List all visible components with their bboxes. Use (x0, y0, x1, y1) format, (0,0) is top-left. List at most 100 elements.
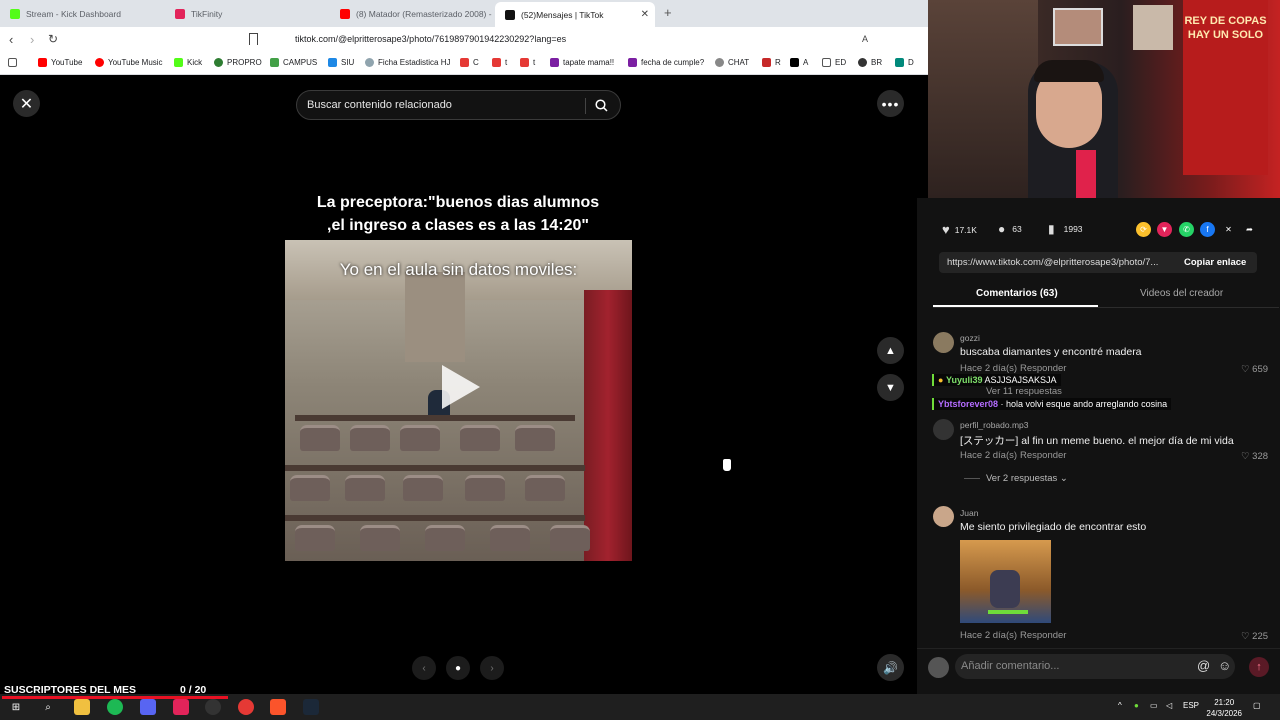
bookmark-campus[interactable]: CAMPUS (270, 58, 317, 67)
discord-icon[interactable] (140, 699, 156, 715)
tray-app-icon[interactable]: ● (1134, 701, 1139, 710)
send-comment-button[interactable]: ↑ (1249, 657, 1269, 677)
close-viewer-button[interactable]: ✕ (13, 90, 40, 117)
prev-photo-button[interactable]: ‹ (412, 656, 436, 680)
seat (400, 425, 440, 451)
translate-icon[interactable]: A (862, 34, 868, 44)
bookmark-siu[interactable]: SIU (328, 58, 354, 67)
close-tab-icon[interactable]: ✕ (641, 9, 649, 20)
heart-outline-icon: ♡ (1241, 631, 1253, 642)
spotify-icon[interactable] (107, 699, 123, 715)
comment-like[interactable]: ♡ 659 (1241, 364, 1268, 375)
seat (490, 525, 530, 551)
bookmark-youtube-music[interactable]: YouTube Music (95, 58, 163, 67)
repost-icon[interactable]: ⟳ (1136, 222, 1151, 237)
tab-creator-videos[interactable]: Videos del creador (1140, 288, 1223, 299)
view-replies-button[interactable]: Ver 11 respuestas (986, 386, 1062, 397)
avatar[interactable] (933, 332, 954, 353)
page-dot[interactable]: ● (446, 656, 470, 680)
notification-icon[interactable]: ▢ (1253, 701, 1261, 710)
search-icon[interactable]: ⌕ (40, 699, 56, 715)
network-icon[interactable]: ▭ (1150, 701, 1158, 710)
bookmark-t1[interactable]: t (492, 58, 507, 67)
comment-username[interactable]: Juan (960, 508, 978, 518)
related-search-input[interactable]: Buscar contenido relacionado (296, 90, 621, 120)
chevron-down-icon[interactable]: ▼ (877, 374, 904, 401)
bookmark-a[interactable]: A (790, 58, 808, 67)
steam-icon[interactable] (303, 699, 319, 715)
comment-username[interactable]: gozzi (960, 333, 980, 343)
bookmark-t2[interactable]: t (520, 58, 535, 67)
seat (550, 525, 590, 551)
volume-icon[interactable]: 🔊 (877, 654, 904, 681)
back-icon[interactable]: ‹ (9, 32, 13, 47)
share-link-text[interactable]: https://www.tiktok.com/@elpritterosape3/… (947, 257, 1158, 268)
facebook-icon[interactable]: f (1200, 222, 1215, 237)
share-arrow-icon[interactable]: ➦ (1242, 222, 1257, 237)
bookmark-propro[interactable]: PROPRO (214, 58, 262, 67)
bookmark-r[interactable]: R (762, 58, 781, 67)
bookmark-br[interactable]: BR (858, 58, 882, 67)
bookmark-icon[interactable]: ▮ (1048, 222, 1055, 236)
apps-icon[interactable] (8, 58, 21, 67)
tab-tiktok-active[interactable]: (52)Mensajes | TikTok ✕ (495, 2, 655, 27)
comment-like[interactable]: ♡ 328 (1241, 451, 1268, 462)
bookmark-chat[interactable]: CHAT (715, 58, 749, 67)
comment-date: Hace 2 día(s) (960, 363, 1018, 374)
system-clock[interactable]: 21:20 24/3/2026 (1206, 697, 1242, 719)
windows-start-icon[interactable]: ⊞ (8, 699, 24, 715)
language-indicator[interactable]: ESP (1183, 701, 1199, 710)
avatar[interactable] (933, 506, 954, 527)
post-photo[interactable]: Yo en el aula sin datos moviles: (285, 240, 632, 561)
comment-stat[interactable]: ● 63 (998, 222, 1022, 236)
heart-icon[interactable]: ♥ (942, 222, 950, 237)
tikfinity-icon[interactable] (173, 699, 189, 715)
bookmark-tapate[interactable]: tapate mama!! (550, 58, 614, 67)
file-explorer-icon[interactable] (74, 699, 90, 715)
comment-like[interactable]: ♡ 225 (1241, 631, 1268, 642)
copy-link-button[interactable]: Copiar enlace (1184, 257, 1246, 268)
tab-tikfinity[interactable]: TikFinity (165, 3, 330, 25)
chrome-icon[interactable] (238, 699, 254, 715)
obs-icon[interactable] (205, 699, 221, 715)
reply-button[interactable]: Responder (1020, 363, 1066, 374)
emoji-icon[interactable]: ☺ (1218, 658, 1231, 673)
tab-kick-dashboard[interactable]: Stream - Kick Dashboard (0, 3, 165, 25)
reload-icon[interactable]: ↻ (48, 32, 58, 46)
reply-button[interactable]: Responder (1020, 630, 1066, 641)
next-photo-button[interactable]: › (480, 656, 504, 680)
comment-icon[interactable]: ● (998, 222, 1005, 236)
comment-username[interactable]: perfil_robado.mp3 (960, 420, 1029, 430)
whatsapp-icon[interactable]: ✆ (1179, 222, 1194, 237)
save-stat[interactable]: ▮ 1993 (1048, 222, 1083, 236)
x-icon[interactable]: ✕ (1221, 222, 1236, 237)
brave-icon[interactable] (270, 699, 286, 715)
new-tab-button[interactable]: + (664, 5, 672, 20)
desk-row (295, 415, 575, 421)
volume-tray-icon[interactable]: ◁ (1166, 701, 1172, 710)
bookmark-youtube[interactable]: YouTube (38, 58, 82, 67)
forward-icon[interactable]: › (30, 32, 34, 47)
tray-chevron-icon[interactable]: ^ (1118, 701, 1122, 710)
comment-sticker-image[interactable] (960, 540, 1051, 623)
play-icon[interactable] (442, 365, 480, 409)
bookmark-kick[interactable]: Kick (174, 58, 202, 67)
search-icon[interactable] (595, 99, 608, 112)
tab-comments[interactable]: Comentarios (63) (976, 288, 1058, 299)
view-replies-button[interactable]: Ver 2 respuestas ⌄ (986, 473, 1068, 484)
mention-icon[interactable]: @ (1197, 658, 1210, 673)
bookmark-c[interactable]: C (460, 58, 479, 67)
bookmark-icon[interactable] (249, 33, 258, 45)
chevron-up-icon[interactable]: ▲ (877, 337, 904, 364)
comment-input[interactable]: Añadir comentario... (955, 654, 1235, 679)
bookmark-d[interactable]: D (895, 58, 914, 67)
tab-youtube-matador[interactable]: (8) Matador (Remasterizado 2008) - (330, 3, 495, 25)
bookmark-ficha[interactable]: Ficha Estadistica HJ (365, 58, 450, 67)
more-options-button[interactable]: ••• (877, 90, 904, 117)
avatar[interactable] (933, 419, 954, 440)
reply-button[interactable]: Responder (1020, 450, 1066, 461)
like-stat[interactable]: ♥ 17.1K (942, 222, 977, 237)
bookmark-ed[interactable]: ED (822, 58, 846, 67)
bookmark-cumple[interactable]: fecha de cumple? (628, 58, 704, 67)
send-icon[interactable]: ▼ (1157, 222, 1172, 237)
